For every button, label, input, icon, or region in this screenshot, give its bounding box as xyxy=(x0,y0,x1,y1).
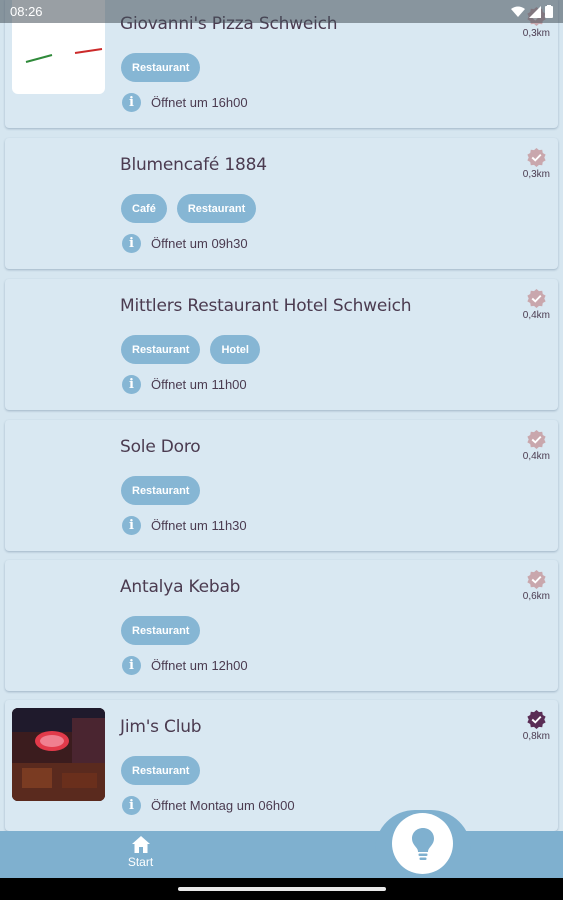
lightbulb-icon xyxy=(411,827,434,860)
tag-badge: Restaurant xyxy=(176,194,257,223)
restaurant-thumbnail xyxy=(12,708,105,801)
tag-badge: Restaurant xyxy=(121,476,201,505)
opening-hours: i Öffnet um 12h00 xyxy=(122,656,248,675)
restaurant-card[interactable]: Jim's Club Restaurant i Öffnet Montag um… xyxy=(5,700,558,831)
tag-list: Restaurant xyxy=(121,476,201,505)
hours-text: Öffnet um 16h00 xyxy=(151,95,248,110)
battery-icon xyxy=(545,5,553,18)
opening-hours: i Öffnet um 09h30 xyxy=(122,234,248,253)
restaurant-card[interactable]: Antalya Kebab Restaurant i Öffnet um 12h… xyxy=(5,560,558,691)
restaurant-card[interactable]: Mittlers Restaurant Hotel Schweich Resta… xyxy=(5,279,558,410)
info-icon: i xyxy=(122,234,141,253)
opening-hours: i Öffnet Montag um 06h00 xyxy=(122,796,295,815)
hours-text: Öffnet Montag um 06h00 xyxy=(151,798,295,813)
signal-icon xyxy=(529,5,541,18)
hours-text: Öffnet um 11h30 xyxy=(151,518,247,533)
restaurant-name: Jim's Club xyxy=(120,717,202,737)
restaurant-card[interactable]: Blumencafé 1884 Café Restaurant i Öffnet… xyxy=(5,138,558,269)
tag-badge: Restaurant xyxy=(121,756,201,785)
restaurant-name: Blumencafé 1884 xyxy=(120,155,267,175)
info-icon: i xyxy=(122,796,141,815)
tag-badge: Hotel xyxy=(210,335,260,364)
distance-label: 0,8km xyxy=(522,731,550,742)
wifi-icon xyxy=(511,6,525,17)
check-badge-icon xyxy=(527,289,546,308)
tag-badge: Restaurant xyxy=(121,53,201,82)
check-badge-icon xyxy=(527,148,546,167)
suggestion-fab-button[interactable] xyxy=(392,813,453,874)
info-icon: i xyxy=(122,656,141,675)
status-icons xyxy=(511,5,553,18)
info-icon: i xyxy=(122,93,141,112)
tag-list: Restaurant Hotel xyxy=(121,335,260,364)
info-icon: i xyxy=(122,375,141,394)
hours-text: Öffnet um 12h00 xyxy=(151,658,248,673)
tag-list: Restaurant xyxy=(121,616,201,645)
check-badge-icon xyxy=(527,570,546,589)
distance-label: 0,4km xyxy=(522,310,550,321)
home-gesture-pill[interactable] xyxy=(178,887,386,891)
hours-text: Öffnet um 09h30 xyxy=(151,236,248,251)
bottom-navigation: Start xyxy=(0,831,563,878)
system-navigation-bar xyxy=(0,878,563,900)
screen: 08:26 Giovanni's Pizza Schweich Restaura… xyxy=(0,0,563,900)
tag-badge: Café xyxy=(121,194,167,223)
home-icon xyxy=(131,836,150,853)
nav-start-label: Start xyxy=(127,855,154,869)
verified-badge-icon xyxy=(527,710,546,729)
distance-label: 0,4km xyxy=(522,451,550,462)
distance-label: 0,3km xyxy=(522,169,550,180)
opening-hours: i Öffnet um 11h00 xyxy=(122,375,247,394)
opening-hours: i Öffnet um 16h00 xyxy=(122,93,248,112)
nav-start-tab[interactable]: Start xyxy=(118,836,163,876)
restaurant-name: Antalya Kebab xyxy=(120,577,241,597)
restaurant-name: Sole Doro xyxy=(120,437,201,457)
hours-text: Öffnet um 11h00 xyxy=(151,377,247,392)
restaurant-card[interactable]: Sole Doro Restaurant i Öffnet um 11h30 0… xyxy=(5,420,558,551)
check-badge-icon xyxy=(527,430,546,449)
opening-hours: i Öffnet um 11h30 xyxy=(122,516,247,535)
tag-badge: Restaurant xyxy=(121,616,201,645)
club-photo-image xyxy=(12,708,105,801)
status-time: 08:26 xyxy=(10,4,43,19)
distance-label: 0,6km xyxy=(522,591,550,602)
distance-label: 0,3km xyxy=(522,28,550,39)
tag-badge: Restaurant xyxy=(121,335,201,364)
status-bar: 08:26 xyxy=(0,0,563,23)
tag-list: Café Restaurant xyxy=(121,194,257,223)
restaurant-name: Mittlers Restaurant Hotel Schweich xyxy=(120,296,412,316)
tag-list: Restaurant xyxy=(121,756,201,785)
info-icon: i xyxy=(122,516,141,535)
tag-list: Restaurant xyxy=(121,53,201,82)
